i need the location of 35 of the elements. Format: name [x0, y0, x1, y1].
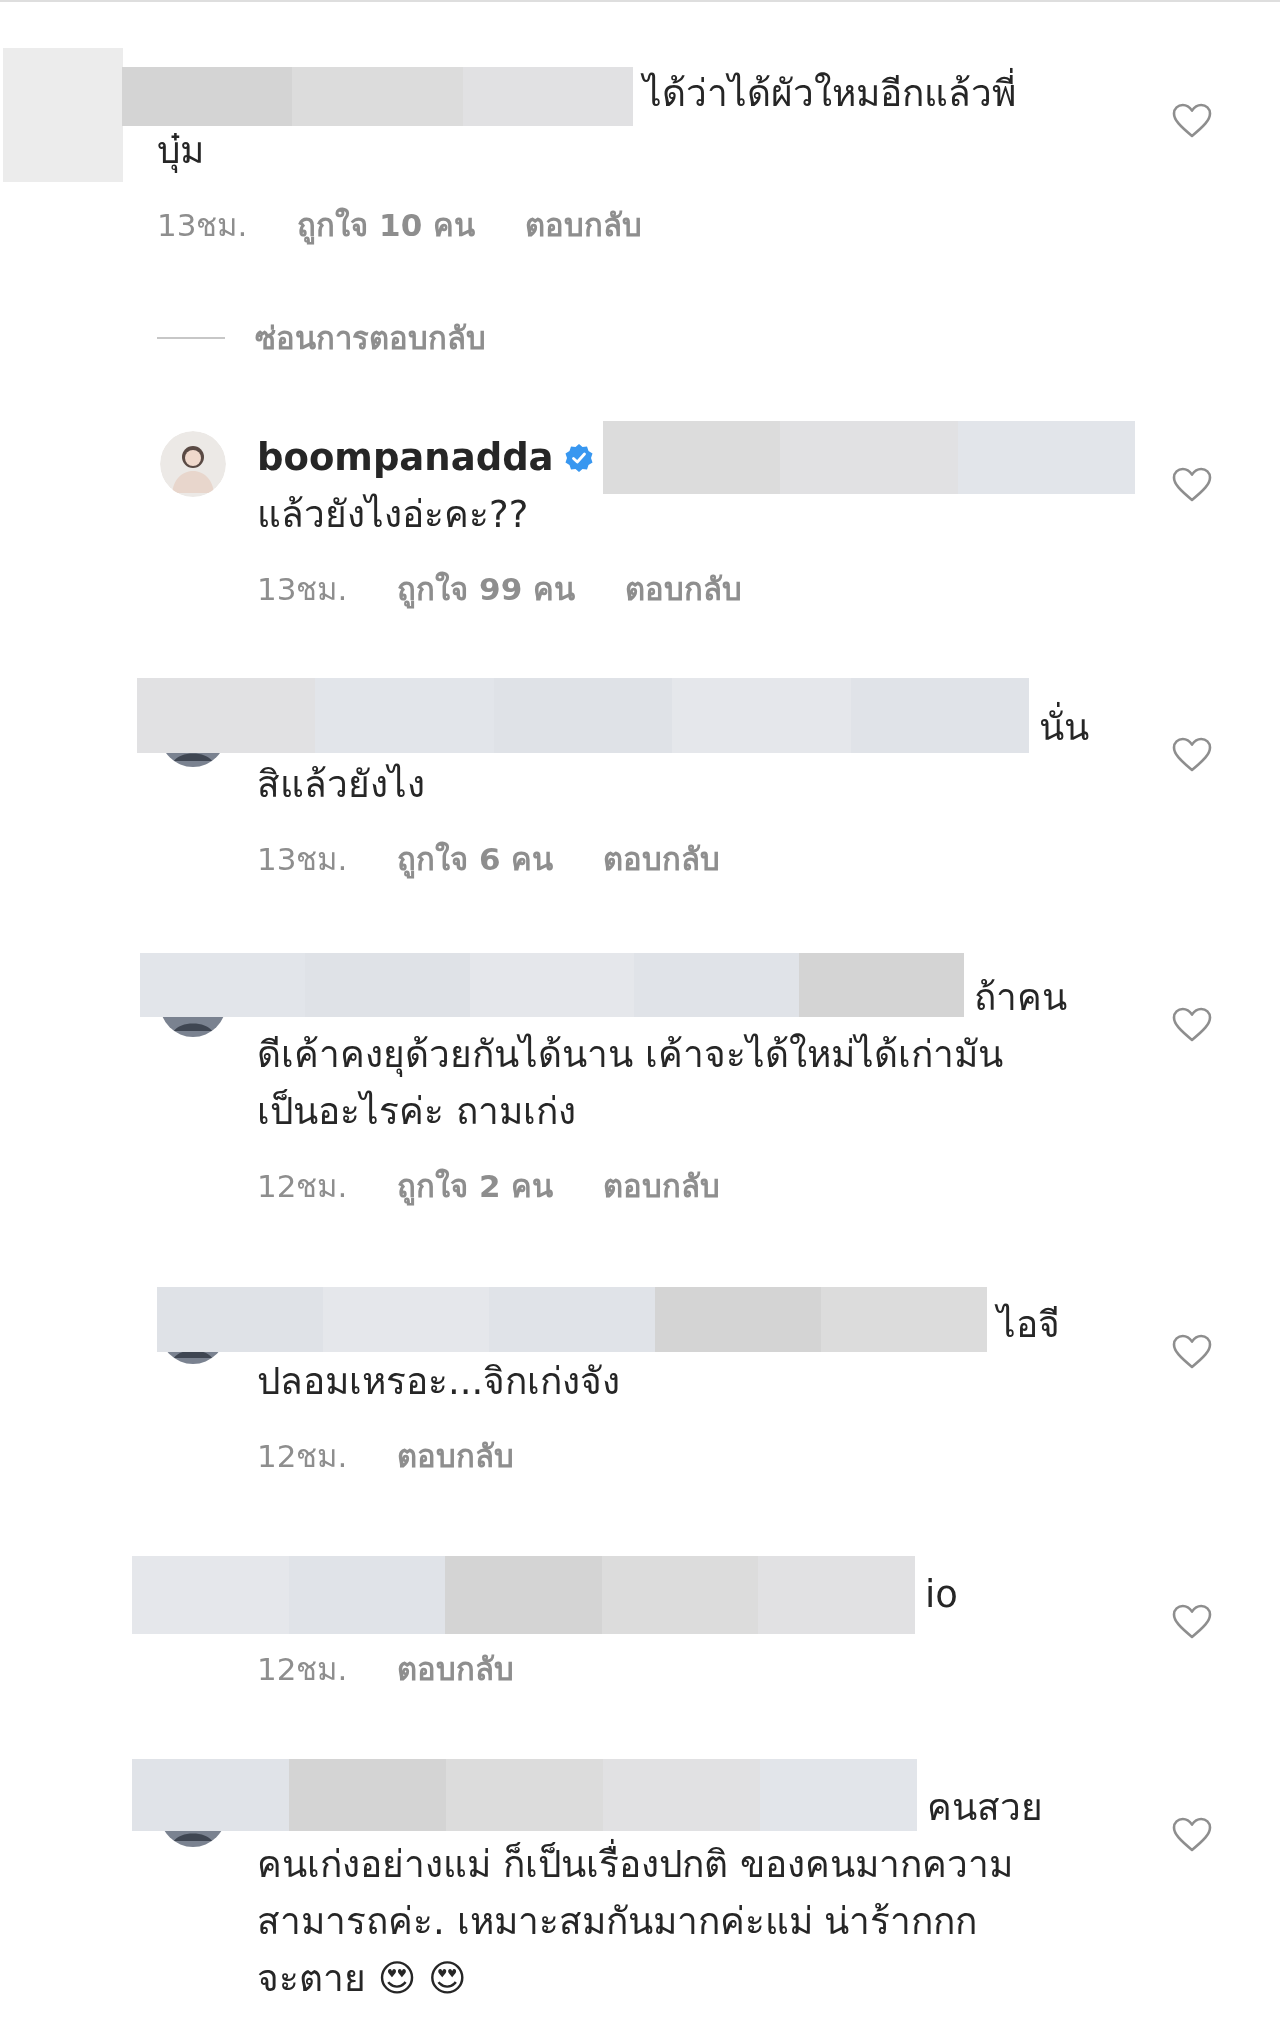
reply-link[interactable]: ตอบกลับ	[397, 1649, 515, 1689]
comment-text: io	[925, 1573, 958, 1616]
comment-text: ปลอมเหรอะ...จิกเก่งจัง	[257, 1359, 622, 1405]
comment-text: ถ้าคน	[974, 976, 1067, 1019]
comment-text: คนเก่งอย่างแม่ ก็เป็นเรื่องปกติ ของคนมากความ สามารถค่ะ. เหมาะสมกันมากค่ะแม่ น่าร้ากกก จะตาย 😍 😍	[257, 1836, 1117, 2007]
heart-icon[interactable]	[1172, 1007, 1212, 1043]
heart-icon[interactable]	[1172, 737, 1212, 773]
comment-time: 12ชม.	[257, 1167, 348, 1206]
likes-count[interactable]: ถูกใจ 2 คน	[397, 1166, 554, 1206]
heart-icon[interactable]	[1172, 467, 1212, 503]
reply-link[interactable]: ตอบกลับ	[603, 1166, 721, 1206]
likes-count[interactable]: ถูกใจ 99 คน	[397, 569, 576, 609]
comment-time: 13ชม.	[157, 206, 248, 245]
reply-link[interactable]: ตอบกลับ	[603, 839, 721, 879]
likes-count[interactable]: ถูกใจ 10 คน	[297, 205, 476, 245]
username[interactable]: boompanadda	[257, 436, 554, 479]
comment-time: 13ชม.	[257, 570, 348, 609]
likes-count[interactable]: ถูกใจ 6 คน	[397, 839, 554, 879]
comment-text: ดีเค้าคงยุด้วยกันได้นาน เค้าจะได้ใหม่ได้เก่ามัน เป็นอะไรค่ะ ถามเก่ง	[257, 1032, 1004, 1135]
comment-time: 12ชม.	[257, 1437, 348, 1476]
reply-link[interactable]: ตอบกลับ	[525, 205, 643, 245]
hide-replies-link[interactable]: ซ่อนการตอบกลับ	[255, 318, 486, 358]
reply-link[interactable]: ตอบกลับ	[625, 569, 743, 609]
heart-icon[interactable]	[1172, 1604, 1212, 1640]
heart-icon[interactable]	[1172, 1334, 1212, 1370]
comment-time: 13ชม.	[257, 840, 348, 879]
comment-text: บุ๋ม	[157, 128, 205, 175]
comment-text: คนสวย	[927, 1786, 1043, 1829]
avatar[interactable]	[160, 431, 226, 497]
comment-text: สิแล้วยังไง	[257, 762, 426, 808]
reply-link[interactable]: ตอบกลับ	[397, 1436, 515, 1476]
comment-text: แล้วยังไงอ่ะคะ??	[257, 492, 530, 538]
heart-icon[interactable]	[1172, 103, 1212, 139]
heart-icon[interactable]	[1172, 1817, 1212, 1853]
comment-time: 12ชม.	[257, 1650, 348, 1689]
